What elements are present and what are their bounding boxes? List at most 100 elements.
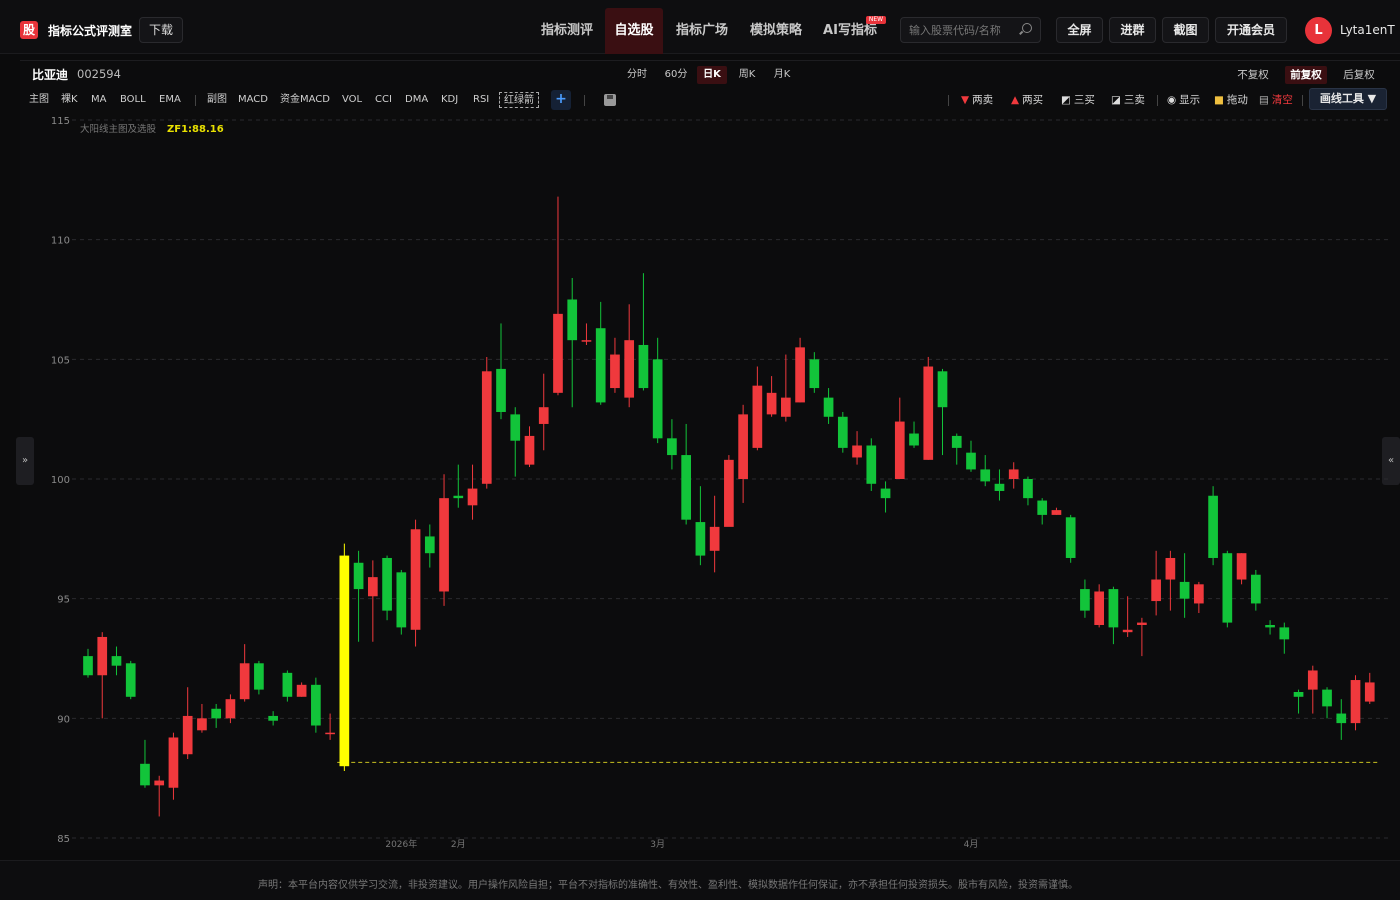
candle-body: [83, 656, 93, 676]
indicator-name: 大阳线主图及选股: [80, 123, 157, 135]
search-icon[interactable]: [1022, 23, 1032, 33]
new-badge: NEW: [866, 16, 886, 24]
candle-body: [396, 572, 407, 628]
candle-body: [937, 371, 948, 408]
toolbar-divider: [1157, 95, 1158, 106]
tool-two-sell[interactable]: ▼ 两卖: [961, 93, 993, 107]
indicator-cci[interactable]: CCI: [375, 92, 392, 108]
period-daily[interactable]: 日K: [697, 66, 727, 84]
indicator-dma[interactable]: DMA: [405, 92, 428, 108]
candle-body: [1065, 517, 1076, 558]
disclaimer: 声明：本平台内容仅供学习交流，非投资建议。用户操作风险自担；平台不对指标的准确性…: [258, 880, 1078, 891]
tool-show[interactable]: ◉ 显示: [1167, 93, 1200, 107]
sub-chart-label: 副图: [207, 94, 227, 105]
candle-body: [809, 359, 820, 389]
candle-body: [923, 366, 934, 460]
y-tick-label: 90: [57, 714, 70, 725]
indicator-macd[interactable]: MACD: [238, 92, 268, 108]
avatar[interactable]: L: [1305, 17, 1332, 44]
indicator-ma[interactable]: MA: [91, 92, 106, 108]
candle-body: [254, 663, 264, 690]
tool-three-buy-label: 三买: [1073, 94, 1095, 106]
indicator-kdj[interactable]: KDJ: [441, 92, 458, 108]
candle-body: [1008, 469, 1019, 479]
toolbar-divider: [1302, 95, 1303, 106]
candle-body: [1179, 581, 1190, 599]
app-logo: 股: [20, 21, 38, 39]
candle-body: [481, 371, 492, 484]
indicator-fund-macd[interactable]: 资金MACD: [280, 92, 330, 108]
indicator-bare-k[interactable]: 裸K: [61, 92, 78, 108]
y-tick-label: 105: [51, 355, 70, 366]
candle-body: [1080, 589, 1090, 611]
save-icon[interactable]: [604, 94, 616, 106]
adjust-forward[interactable]: 前复权: [1285, 66, 1327, 84]
candle-body: [695, 522, 706, 556]
y-tick-label: 115: [51, 116, 70, 127]
stock-search-input[interactable]: [909, 22, 1019, 38]
tool-three-sell[interactable]: ◪ 三卖: [1111, 93, 1145, 107]
add-indicator-button[interactable]: +: [551, 90, 571, 110]
adjust-backward[interactable]: 后复权: [1338, 66, 1380, 84]
x-tick-label: 4月: [964, 839, 979, 848]
nav-indicator-review[interactable]: 指标测评: [532, 8, 602, 54]
triangle-up-icon: ▲: [1011, 94, 1020, 106]
screenshot-button[interactable]: 截图: [1162, 17, 1209, 43]
username[interactable]: Lyta1enT: [1340, 23, 1395, 37]
y-tick-label: 95: [57, 595, 70, 606]
candle-body: [766, 392, 777, 415]
candle-body: [1122, 629, 1133, 633]
tool-two-buy-label: 两买: [1022, 94, 1044, 106]
y-tick-label: 110: [51, 236, 70, 247]
toolbar-divider: [948, 95, 949, 106]
tool-drag[interactable]: ■ 拖动: [1214, 93, 1248, 107]
candle-body: [1051, 510, 1062, 515]
candle-body: [610, 354, 620, 389]
membership-button[interactable]: 开通会员: [1215, 17, 1287, 43]
stock-name: 比亚迪: [32, 68, 69, 82]
indicator-vol[interactable]: VOL: [342, 92, 362, 108]
draw-tools-dropdown[interactable]: 画线工具 ▼: [1309, 88, 1387, 110]
candle-body: [367, 577, 378, 597]
tool-clear-label: 清空: [1271, 94, 1293, 106]
candle-body: [994, 483, 1005, 491]
x-tick-label: 2026年: [385, 838, 417, 848]
candle-body: [1222, 553, 1233, 623]
x-tick-label: 2月: [451, 839, 466, 848]
nav-watchlist[interactable]: 自选股: [605, 8, 663, 54]
indicator-red-green-arrow[interactable]: 红绿箭: [499, 92, 539, 108]
candle-body: [510, 414, 521, 441]
download-button[interactable]: 下载: [139, 17, 183, 43]
candle-body: [111, 656, 122, 666]
candle-body: [140, 763, 150, 786]
candle-body: [909, 433, 919, 446]
period-weekly[interactable]: 周K: [733, 66, 761, 84]
candle-body: [410, 529, 421, 630]
period-60min[interactable]: 60分: [660, 66, 692, 84]
candle-body: [382, 557, 392, 611]
tool-clear[interactable]: ▤ 清空: [1259, 93, 1293, 107]
candle-body: [1208, 495, 1218, 558]
indicator-boll[interactable]: BOLL: [120, 92, 146, 108]
candlestick-chart[interactable]: 85 90 95 100 105 110 115 2026年 2月 3月 4月 大阳线主图及选股 ZF1…: [20, 112, 1396, 848]
nav-indicator-plaza[interactable]: 指标广场: [667, 8, 737, 54]
chart-down-icon: ◪: [1111, 94, 1121, 106]
period-monthly[interactable]: 月K: [768, 66, 796, 84]
stock-search[interactable]: [900, 17, 1041, 43]
indicator-ema[interactable]: EMA: [159, 92, 181, 108]
candle-body: [197, 718, 207, 731]
nav-simulated-strategy[interactable]: 模拟策略: [741, 8, 811, 54]
candle-body: [97, 636, 108, 676]
candle-body: [709, 526, 720, 551]
x-tick-label: 3月: [650, 839, 665, 848]
tool-two-buy[interactable]: ▲ 两买: [1011, 93, 1043, 107]
fullscreen-button[interactable]: 全屏: [1056, 17, 1103, 43]
period-intraday[interactable]: 分时: [623, 66, 651, 84]
tool-three-buy[interactable]: ◩ 三买: [1061, 93, 1095, 107]
candle-body: [652, 359, 663, 439]
join-group-button[interactable]: 进群: [1109, 17, 1156, 43]
candle-body: [567, 299, 578, 341]
nav-ai-write-indicator[interactable]: AI写指标: [815, 8, 885, 54]
indicator-rsi[interactable]: RSI: [473, 92, 489, 108]
adjust-none[interactable]: 不复权: [1233, 66, 1273, 84]
